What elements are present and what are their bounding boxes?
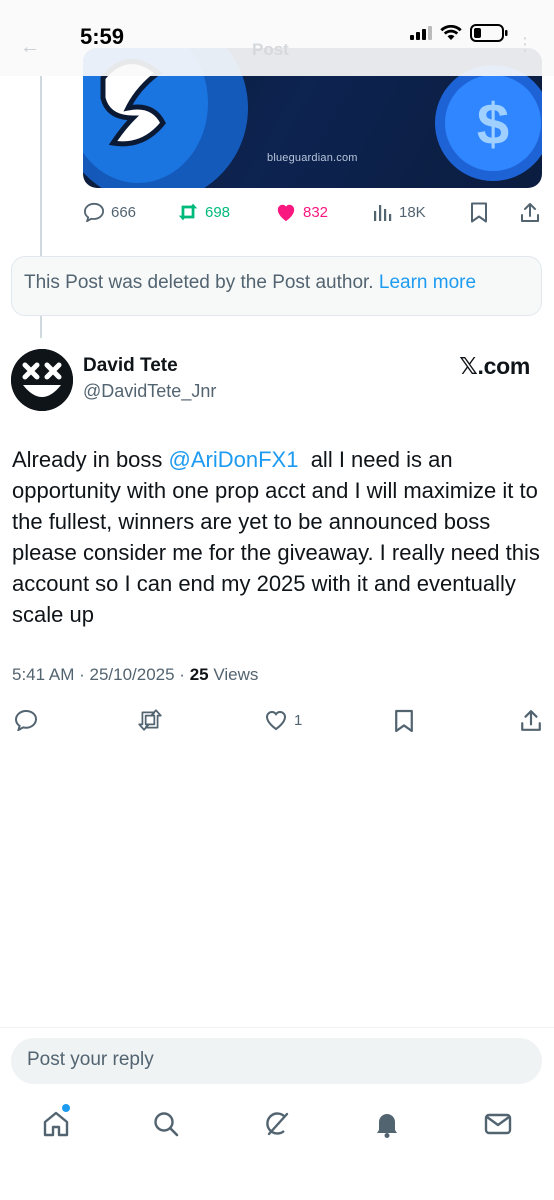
- views-count: 18K: [399, 203, 426, 221]
- reply-icon: [14, 709, 38, 731]
- back-arrow-icon[interactable]: ←: [20, 36, 40, 59]
- home-notification-dot: [62, 1104, 70, 1112]
- like-button[interactable]: 832: [275, 202, 328, 222]
- post-meta: 5:41 AM · 25/10/2025 · 25 Views: [12, 665, 259, 684]
- bookmark-icon: [471, 202, 487, 223]
- main-share-button[interactable]: [520, 709, 542, 732]
- post-text-rest: all I need is an opportunity with one pr…: [12, 447, 546, 627]
- thread-line-bottom: [40, 316, 42, 338]
- status-bar: ← Post ⋮ 5:59: [0, 0, 554, 76]
- status-icons: [410, 24, 508, 42]
- bookmark-button[interactable]: [470, 202, 488, 223]
- author-name[interactable]: David Tete: [83, 355, 178, 377]
- mail-icon: [484, 1113, 512, 1135]
- search-icon: [154, 1112, 179, 1137]
- thread-line-top: [40, 76, 42, 256]
- tab-messages[interactable]: [478, 1104, 518, 1144]
- learn-more-link[interactable]: Learn more: [379, 272, 476, 293]
- share-icon: [521, 203, 539, 222]
- main-reply-button[interactable]: [14, 709, 38, 731]
- post-text: Already in boss @AriDonFX1 all I need is…: [12, 444, 544, 630]
- tab-notifications[interactable]: [367, 1104, 407, 1144]
- repost-icon: [178, 203, 198, 221]
- post-time: 5:41 AM: [12, 665, 75, 684]
- tab-bar: [0, 1104, 554, 1148]
- wifi-icon: [440, 25, 462, 40]
- main-like-count: 1: [294, 711, 303, 729]
- reply-button[interactable]: 666: [83, 202, 136, 222]
- reply-icon: [83, 202, 105, 222]
- reply-placeholder: Post your reply: [27, 1049, 154, 1070]
- avatar[interactable]: [11, 349, 73, 411]
- tab-search[interactable]: [146, 1104, 186, 1144]
- views-chart-icon: [374, 205, 392, 221]
- ad-url: blueguardian.com: [267, 152, 358, 164]
- heart-icon: [265, 710, 287, 731]
- author-handle[interactable]: @DavidTete_Jnr: [83, 381, 216, 402]
- post-text-start: Already in boss: [12, 447, 169, 472]
- reply-input[interactable]: Post your reply: [11, 1038, 542, 1084]
- grok-icon: [266, 1112, 289, 1136]
- marshmello-face-icon: [11, 349, 73, 411]
- views-label: Views: [213, 665, 259, 684]
- views-number: 25: [189, 665, 209, 684]
- share-icon: [521, 710, 541, 731]
- battery-icon: [470, 24, 508, 42]
- more-icon[interactable]: ⋮: [516, 34, 534, 55]
- mention-link[interactable]: @AriDonFX1: [169, 447, 299, 472]
- repost-button[interactable]: 698: [177, 202, 230, 222]
- deleted-notice-text: This Post was deleted by the Post author…: [24, 272, 374, 293]
- reply-count: 666: [111, 203, 137, 221]
- main-like-button[interactable]: 1: [264, 709, 302, 731]
- main-bookmark-button[interactable]: [394, 709, 414, 733]
- bottom-divider: [0, 1027, 554, 1028]
- tab-home[interactable]: [36, 1104, 76, 1144]
- deleted-post-notice: This Post was deleted by the Post author…: [11, 256, 542, 316]
- like-count: 832: [303, 203, 329, 221]
- home-icon: [43, 1111, 69, 1137]
- x-watermark: 𝕏.com: [459, 353, 530, 379]
- status-time: 5:59: [80, 24, 125, 49]
- header-title: Post: [252, 40, 289, 59]
- main-repost-button[interactable]: [137, 709, 163, 731]
- signal-icon: [410, 26, 432, 40]
- bookmark-icon: [395, 709, 413, 733]
- tab-grok[interactable]: [257, 1104, 297, 1144]
- bell-icon: [377, 1114, 397, 1138]
- heart-filled-icon: [277, 204, 295, 222]
- repost-count: 698: [205, 203, 231, 221]
- svg-text:$: $: [477, 92, 509, 157]
- views-button[interactable]: 18K: [373, 202, 426, 222]
- repost-icon: [138, 709, 162, 731]
- share-button[interactable]: [520, 202, 540, 223]
- post-date: 25/10/2025: [89, 665, 175, 684]
